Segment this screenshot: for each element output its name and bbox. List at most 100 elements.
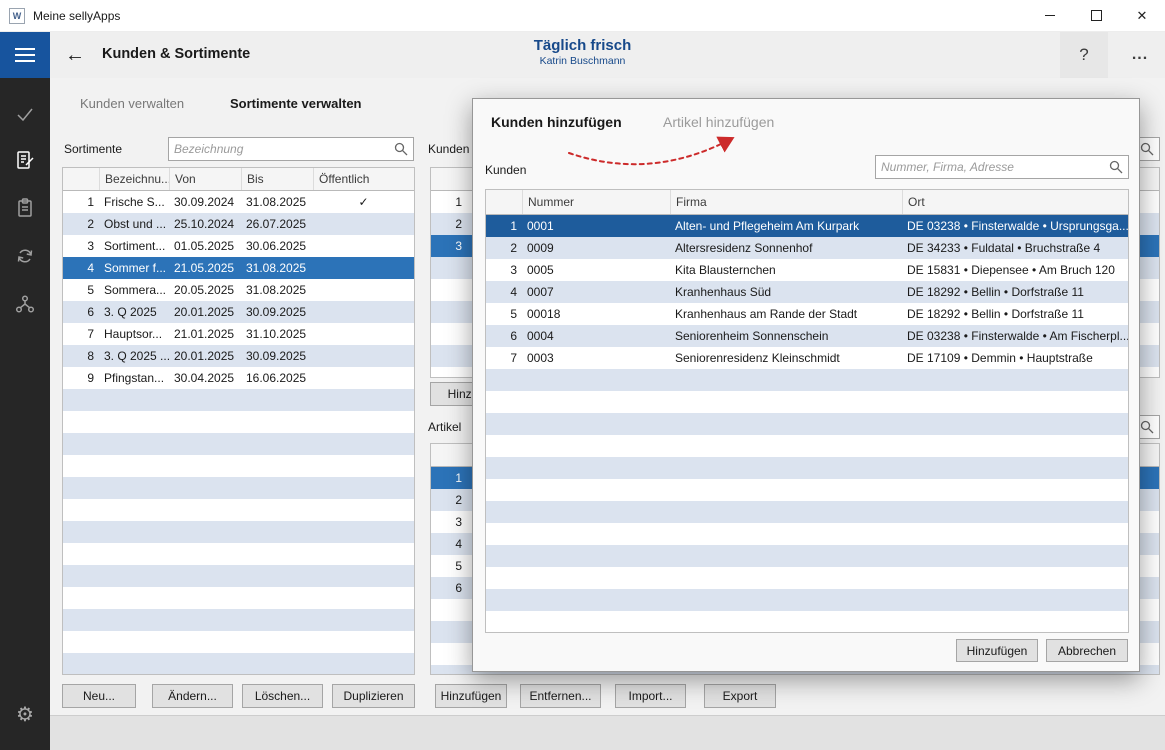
table-row[interactable]: 5 00018 Kranhenhaus am Rande der Stadt D… (486, 303, 1128, 325)
table-row[interactable]: 6 0004 Seniorenheim Sonnenschein DE 0323… (486, 325, 1128, 347)
close-button[interactable]: ✕ (1119, 0, 1165, 32)
form-icon (14, 149, 36, 171)
cell-row-number: 2 (431, 489, 467, 511)
sidebar-item-clipboard[interactable] (0, 186, 50, 230)
export-button[interactable]: Export (704, 684, 776, 708)
cell-bezeichnung: Sortiment... (99, 235, 169, 257)
table-row[interactable]: 6 3. Q 2025 20.01.2025 30.09.2025 (63, 301, 414, 323)
cell-bis: 30.06.2025 (241, 235, 313, 257)
sidebar-item-tasks[interactable] (0, 92, 50, 136)
table-row[interactable]: 1 Frische S... 30.09.2024 31.08.2025 ✓ (63, 191, 414, 213)
cell-row-number: 4 (486, 281, 522, 303)
cell-oeffentlich (313, 301, 414, 323)
search-icon[interactable] (1109, 160, 1123, 174)
column-header[interactable] (63, 168, 99, 190)
search-icon[interactable] (1140, 142, 1154, 156)
table-row[interactable]: 3 0005 Kita Blausternchen DE 15831 • Die… (486, 259, 1128, 281)
cell-row-number: 3 (431, 235, 467, 257)
more-options-button[interactable]: ... (1118, 32, 1162, 78)
window-title: Meine sellyApps (33, 9, 120, 23)
dialog-table-header: NummerFirmaOrt (486, 190, 1128, 215)
cell-bis: 30.09.2025 (241, 301, 313, 323)
dialog-abbrechen-button[interactable]: Abbrechen (1046, 639, 1128, 662)
table-row[interactable]: 2 Obst und ... 25.10.2024 26.07.2025 (63, 213, 414, 235)
table-row[interactable]: 7 Hauptsor... 21.01.2025 31.10.2025 (63, 323, 414, 345)
neu-button[interactable]: Neu... (62, 684, 136, 708)
import-button[interactable]: Import... (615, 684, 686, 708)
column-header[interactable]: Bezeichnu... (99, 168, 169, 190)
empty-rows (486, 369, 1128, 632)
back-button[interactable]: ← (58, 40, 92, 70)
duplizieren-button[interactable]: Duplizieren (332, 684, 415, 708)
hamburger-menu-button[interactable] (0, 32, 50, 78)
cell-von: 01.05.2025 (169, 235, 241, 257)
cell-firma: Kranhenhaus am Rande der Stadt (670, 303, 902, 325)
column-header[interactable]: Bis (241, 168, 313, 190)
cell-ort: DE 15831 • Diepensee • Am Bruch 120 (902, 259, 1128, 281)
cell-ort: DE 03238 • Finsterwalde • Ursprungsga... (902, 215, 1128, 237)
dialog-search-input[interactable] (876, 160, 1109, 174)
app-icon[interactable]: W (9, 8, 25, 24)
cell-bis: 31.08.2025 (241, 257, 313, 279)
column-header[interactable]: Von (169, 168, 241, 190)
cell-nummer: 0005 (522, 259, 670, 281)
settings-gear-icon: ⚙ (16, 702, 34, 727)
cell-row-number: 2 (431, 213, 467, 235)
tab-kunden-verwalten[interactable]: Kunden verwalten (80, 96, 184, 111)
table-row[interactable]: 4 0007 Kranhenhaus Süd DE 18292 • Bellin… (486, 281, 1128, 303)
loeschen-button[interactable]: Löschen... (242, 684, 323, 708)
cell-oeffentlich (313, 367, 414, 389)
sortimente-table: Bezeichnu...VonBisÖffentlich 1 Frische S… (62, 167, 415, 675)
maximize-button[interactable] (1073, 0, 1119, 32)
dialog-tab-kunden-hinzufuegen[interactable]: Kunden hinzufügen (491, 114, 622, 130)
table-row[interactable]: 7 0003 Seniorenresidenz Kleinschmidt DE … (486, 347, 1128, 369)
table-row[interactable]: 5 Sommera... 20.05.2025 31.08.2025 (63, 279, 414, 301)
table-row[interactable]: 3 Sortiment... 01.05.2025 30.06.2025 (63, 235, 414, 257)
minimize-icon (1045, 15, 1055, 16)
dialog-hinzufuegen-button[interactable]: Hinzufügen (956, 639, 1038, 662)
cell-bezeichnung: Sommera... (99, 279, 169, 301)
cell-bis: 31.10.2025 (241, 323, 313, 345)
search-icon[interactable] (394, 142, 408, 156)
back-arrow-icon: ← (65, 44, 85, 67)
tab-sortimente-verwalten[interactable]: Sortimente verwalten (230, 96, 362, 111)
table-row[interactable]: 9 Pfingstan... 30.04.2025 16.06.2025 (63, 367, 414, 389)
table-row[interactable]: 8 3. Q 2025 ... 20.01.2025 30.09.2025 (63, 345, 414, 367)
sidebar: ⚙ (0, 78, 50, 750)
minimize-button[interactable] (1027, 0, 1073, 32)
cell-von: 30.04.2025 (169, 367, 241, 389)
sidebar-item-sync[interactable] (0, 234, 50, 278)
table-row[interactable]: 1 0001 Alten- und Pflegeheim Am Kurpark … (486, 215, 1128, 237)
column-header[interactable] (486, 190, 522, 214)
column-header[interactable]: Nummer (522, 190, 670, 214)
column-header[interactable]: Öffentlich (313, 168, 414, 190)
cell-row-number: 1 (431, 191, 467, 213)
sidebar-item-settings[interactable]: ⚙ (0, 692, 50, 736)
table-row[interactable]: 4 Sommer f... 21.05.2025 31.08.2025 (63, 257, 414, 279)
sidebar-item-network[interactable] (0, 282, 50, 326)
maximize-icon (1091, 10, 1102, 21)
column-header[interactable]: Firma (670, 190, 902, 214)
cell-von: 21.01.2025 (169, 323, 241, 345)
sidebar-item-assortments[interactable] (0, 138, 50, 182)
sortimente-table-header: Bezeichnu...VonBisÖffentlich (63, 168, 414, 191)
cell-row-number: 4 (431, 533, 467, 555)
sortimente-search-input[interactable] (169, 142, 394, 156)
cell-firma: Seniorenresidenz Kleinschmidt (670, 347, 902, 369)
cell-bezeichnung: 3. Q 2025 ... (99, 345, 169, 367)
cell-row-number: 5 (431, 555, 467, 577)
help-button[interactable]: ? (1060, 32, 1108, 78)
aendern-button[interactable]: Ändern... (152, 684, 233, 708)
dialog-tab-artikel-hinzufuegen[interactable]: Artikel hinzufügen (663, 114, 774, 130)
cell-row-number: 4 (63, 257, 99, 279)
cell-oeffentlich (313, 257, 414, 279)
cell-bezeichnung: Frische S... (99, 191, 169, 213)
search-icon[interactable] (1140, 420, 1154, 434)
cell-row-number: 2 (486, 237, 522, 259)
table-row[interactable]: 2 0009 Altersresidenz Sonnenhof DE 34233… (486, 237, 1128, 259)
cell-nummer: 0009 (522, 237, 670, 259)
entfernen-button[interactable]: Entfernen... (520, 684, 601, 708)
cell-bezeichnung: Obst und ... (99, 213, 169, 235)
column-header[interactable]: Ort (902, 190, 1128, 214)
hinzufuegen-button[interactable]: Hinzufügen (435, 684, 507, 708)
